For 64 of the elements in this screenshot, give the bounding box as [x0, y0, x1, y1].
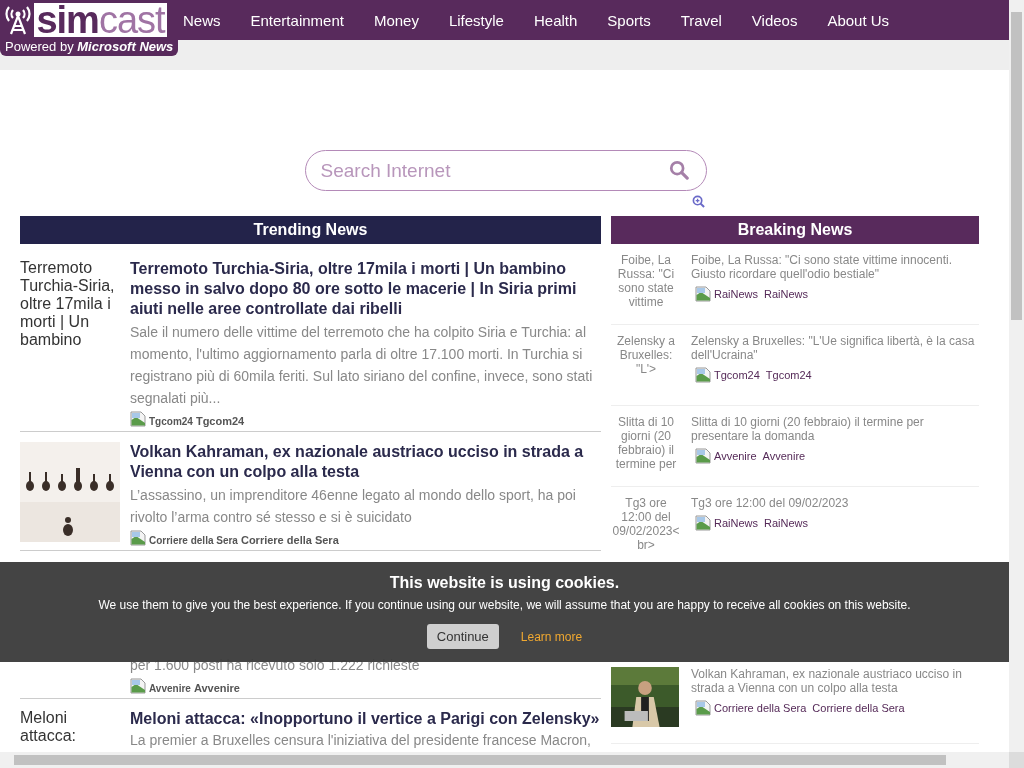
source-name: RaiNews — [764, 517, 809, 529]
learn-more-link[interactable]: Learn more — [520, 629, 583, 644]
article-title[interactable]: Volkan Kahraman, ex nazionale austriaco ucciso in strada a Vienna con un colpo alla testa — [691, 667, 979, 695]
cookie-title: This website is using cookies. — [388, 574, 621, 592]
cookie-message: We use them to give you the best experience. If you continue using our website, we will assume that you are happy to receive all cookies on this website. — [97, 598, 912, 612]
image-alt-text: Slitta di 10 giorni (20 febbraio) il termine per — [614, 415, 678, 471]
source-logo-alt-text: Avvenire — [149, 683, 191, 694]
article-summary: Sale il numero delle vittime del terremoto che ha colpito Siria e Turchia: al momento, l'ultimo aggiornamento parla di oltre 17.100 morti. In Turchia si registrano più di 60mila feriti. Sul lato siriano del confine, invece, sono stati segnalati più... — [130, 323, 594, 408]
article-title[interactable]: Slitta di 10 giorni (20 febbraio) il termine per presentare la domanda — [691, 415, 979, 443]
source-name: Corriere della Sera — [240, 534, 339, 546]
image-alt-text: Terremoto Turchia-Siria, oltre 17mila i morti | Un bambino — [20, 259, 116, 349]
article-title[interactable]: Tg3 ore 12:00 del 09/02/2023 — [691, 496, 979, 510]
zoom-in-icon[interactable] — [691, 195, 705, 208]
section-header: Trending News — [20, 216, 601, 244]
broken-image-icon — [695, 286, 711, 302]
article-summary: La premier a Bruxelles censura l'iniziativa del presidente francese Macron, — [130, 731, 592, 750]
broken-image-icon — [130, 411, 146, 427]
article-summary: L’assassino, un imprenditore 46enne legato al mondo dello sport, ha poi rivolto l’arma contro sé stesso e si è suicidato — [130, 486, 577, 527]
broken-image-icon — [130, 678, 146, 694]
scrollbar-corner — [1009, 752, 1024, 768]
source-logo-alt-text: Avvenire — [714, 450, 757, 462]
nav-link[interactable]: About Us — [812, 11, 905, 29]
nav-link[interactable]: Money — [358, 11, 434, 29]
nav-link[interactable]: Videos — [736, 11, 813, 29]
broken-image-icon — [695, 448, 711, 464]
nav-link[interactable]: Health — [518, 11, 593, 29]
powered-by-label: Powered by Microsoft News — [0, 38, 179, 56]
article-title[interactable]: Terremoto Turchia-Siria, oltre 17mila i morti | Un bambino messo in salvo dopo 80 ore sotto le macerie | In Siria primi aiuti nelle aree controllate dai ribelli — [130, 259, 601, 319]
source-name: Corriere della Sera — [812, 702, 905, 714]
source-logo-alt-text: Corriere della Sera — [149, 535, 238, 546]
search-icon[interactable] — [668, 160, 689, 180]
broken-image-icon — [695, 515, 711, 531]
broken-image-icon — [695, 700, 711, 716]
article-title[interactable]: Zelensky a Bruxelles: "L'Ue significa libertà, è la casa dell'Ucraina" — [691, 334, 979, 362]
source-name: Tgcom24 — [195, 415, 245, 427]
source-name: Tgcom24 — [765, 369, 812, 381]
antenna-icon — [5, 5, 31, 35]
nav-link[interactable]: Entertainment — [235, 11, 359, 29]
nav-link[interactable]: News — [168, 11, 236, 29]
image-alt-text: Tg3 ore 12:00 del 09/02/2023<br> — [611, 496, 681, 552]
search-field[interactable]: Search Internet — [304, 150, 707, 191]
broken-image-icon — [130, 530, 146, 546]
image-alt-text: Zelensky a Bruxelles: "L'> — [616, 334, 676, 376]
source-logo-alt-text: Corriere della Sera — [714, 702, 807, 714]
source-logo-alt-text: RaiNews — [714, 517, 758, 529]
section-header: Breaking News — [611, 216, 979, 244]
source-name: Avvenire — [762, 450, 806, 462]
nav-link[interactable]: Sports — [592, 11, 666, 29]
nav-link[interactable]: Travel — [665, 11, 737, 29]
source-logo-alt-text: Tgcom24 — [714, 369, 760, 381]
source-logo-alt-text: RaiNews — [714, 288, 758, 300]
broken-image-icon — [695, 367, 711, 383]
site-logo[interactable]: simcast — [34, 3, 167, 37]
article-title[interactable]: Volkan Kahraman, ex nazionale austriaco ucciso in strada a Vienna con un colpo alla testa — [130, 442, 601, 482]
article-title[interactable]: Foibe, La Russa: "Ci sono state vittime innocenti. Giusto ricordare quell'odio bestiale" — [691, 253, 979, 281]
article-title[interactable]: Meloni attacca: «Inopportuno il vertice a Parigi con Zelensky» — [130, 709, 601, 729]
image-alt-text: Foibe, La Russa: "Ci sono state vittime — [616, 253, 676, 309]
nav-link[interactable]: Lifestyle — [433, 11, 519, 29]
source-logo-alt-text: Tgcom24 — [149, 416, 193, 427]
source-name: Avvenire — [193, 682, 240, 694]
image-alt-text: Meloni attacca: — [20, 709, 78, 745]
continue-button[interactable]: Continue — [426, 624, 499, 649]
article-summary: per 1.600 posti ha ricevuto solo 1.222 richieste — [130, 656, 421, 675]
source-name: RaiNews — [764, 288, 809, 300]
